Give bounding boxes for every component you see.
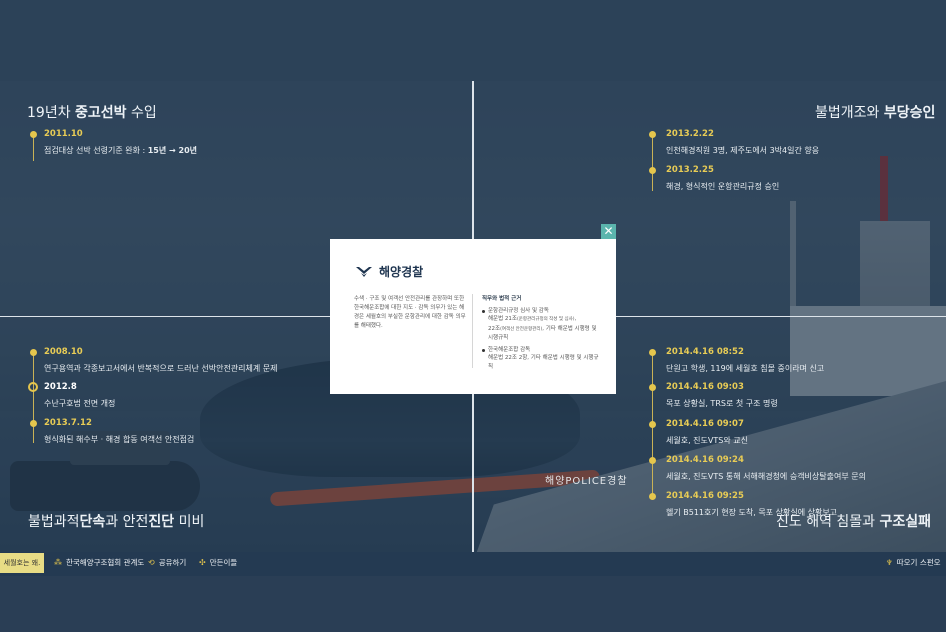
timeline-item[interactable]: 2011.10 점검대상 선박 선령기준 완화 : 15년 → 20년 bbox=[44, 129, 197, 156]
timeline-dot bbox=[649, 349, 656, 356]
duties-heading: 직무와 법적 근거 bbox=[482, 296, 522, 302]
timeline-item[interactable]: 2013.2.22 인천해경직원 3명, 제주도에서 3박4일간 향응 bbox=[666, 129, 819, 156]
credits-icon: ✣ bbox=[199, 558, 206, 567]
duty-item: 운항관리규정 심사 및 감독 해운법 21조(운항관리규정의 작성 및 심사),… bbox=[482, 307, 602, 343]
timeline-item[interactable]: 2008.10 연구용역과 각종보고서에서 반복적으로 드러난 선박안전관리체계… bbox=[44, 347, 278, 374]
timeline-line bbox=[33, 135, 34, 161]
duty-item: 한국해운조합 감독 해운법 22조 2항, 기타 해운법 시행령 및 시행규칙 bbox=[482, 346, 602, 372]
modal-logo: 해양경찰 bbox=[355, 263, 423, 280]
share-icon: ⟲ bbox=[148, 558, 155, 567]
timeline-dot-active bbox=[28, 382, 38, 392]
modal-title: 해양경찰 bbox=[379, 265, 424, 279]
timeline-dot bbox=[649, 131, 656, 138]
timeline-item[interactable]: 2013.7.12 형식화된 해수부 · 해경 합동 여객선 안전점검 bbox=[44, 418, 194, 445]
section-title-bottom-left[interactable]: 불법과적단속과 안전진단 미비 bbox=[28, 511, 204, 531]
timeline-line bbox=[33, 353, 34, 443]
police-marking: 해양POLICE경찰 bbox=[545, 476, 628, 487]
timeline-item[interactable]: 2013.2.25 해경, 형식적인 운항관리규정 승인 bbox=[666, 165, 779, 192]
timeline-dot bbox=[30, 131, 37, 138]
bottom-band bbox=[0, 576, 946, 632]
timeline-dot bbox=[30, 420, 37, 427]
timeline-item[interactable]: 2014.4.16 09:25 헬기 B511호기 현장 도착, 목포 상황실에… bbox=[666, 491, 837, 518]
timeline-item[interactable]: 2014.4.16 09:24 세월호, 진도VTS 통해 서해해경청에 승객비… bbox=[666, 455, 866, 482]
credits-link[interactable]: ✣ 만든이들 bbox=[199, 553, 237, 573]
modal-description: 수색 · 구조 및 여객선 안전관리를 관장하며 또한 한국해운조합에 대한 지… bbox=[354, 296, 466, 329]
timeline-dot bbox=[30, 349, 37, 356]
network-icon: ⁂ bbox=[54, 558, 62, 567]
section-title-top-left[interactable]: 19년차 중고선박 수입 bbox=[27, 102, 157, 122]
share-link[interactable]: ⟲ 공유하기 bbox=[148, 553, 186, 573]
close-icon: ✕ bbox=[603, 224, 614, 238]
timeline-line bbox=[652, 135, 653, 191]
top-band bbox=[0, 0, 946, 81]
timeline-item[interactable]: 2012.8 수난구호법 전면 개정 bbox=[44, 382, 115, 409]
modal-close-button[interactable]: ✕ bbox=[601, 224, 616, 239]
crane-bird-icon: ♆ bbox=[886, 558, 893, 567]
timeline-dot bbox=[649, 384, 656, 391]
modal-divider bbox=[472, 294, 473, 368]
modal-duties: 직무와 법적 근거 운항관리규정 심사 및 감독 해운법 21조(운항관리규정의… bbox=[482, 295, 602, 371]
timeline-dot bbox=[649, 167, 656, 174]
studio-link[interactable]: ♆ 따오기 스펀오 bbox=[886, 553, 941, 573]
timeline-item[interactable]: 2014.4.16 09:03 목포 상황실, TRS로 첫 구조 명령 bbox=[666, 382, 778, 409]
timeline-item[interactable]: 2014.4.16 08:52 단원고 학생, 119에 세월호 침몰 중이라며… bbox=[666, 347, 824, 374]
timeline-dot bbox=[649, 457, 656, 464]
home-badge[interactable]: 세월호는 왜. bbox=[0, 553, 44, 573]
timeline-item[interactable]: 2014.4.16 09:07 세월호, 진도VTS와 교신 bbox=[666, 419, 748, 446]
timeline-dot bbox=[649, 421, 656, 428]
timeline-dot bbox=[649, 493, 656, 500]
section-title-top-right[interactable]: 불법개조와 부당승인 bbox=[815, 102, 935, 122]
coast-guard-emblem-icon bbox=[356, 266, 372, 277]
relation-map-link[interactable]: ⁂ 한국해양구조협회 관계도 bbox=[54, 553, 144, 573]
